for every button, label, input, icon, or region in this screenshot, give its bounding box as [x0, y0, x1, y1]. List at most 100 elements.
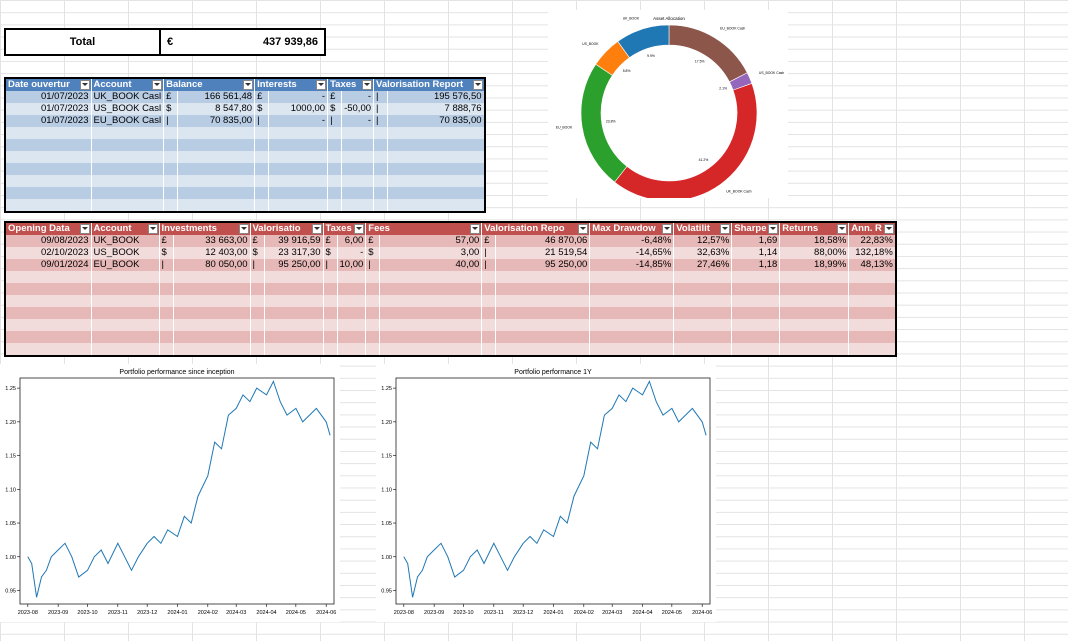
table-cell[interactable] — [731, 295, 781, 307]
table-cell[interactable] — [91, 331, 160, 343]
filter-dropdown-icon[interactable] — [768, 224, 779, 234]
table-cell[interactable] — [268, 187, 329, 199]
table-cell[interactable]: 22,83% — [848, 235, 897, 247]
table-cell[interactable] — [387, 127, 486, 139]
filter-dropdown-icon[interactable] — [472, 80, 483, 90]
table-cell[interactable] — [254, 175, 270, 187]
total-value[interactable]: 437 939,86 — [181, 30, 324, 54]
table-cell[interactable] — [264, 295, 324, 307]
table-cell[interactable] — [250, 343, 265, 356]
table-cell[interactable]: £ — [254, 91, 270, 103]
table-cell[interactable] — [91, 187, 165, 199]
table-cell[interactable] — [379, 271, 483, 283]
header-valorisation[interactable]: Valorisatio — [250, 222, 324, 235]
table-cell[interactable] — [264, 271, 324, 283]
table-cell[interactable] — [91, 139, 165, 151]
table-cell[interactable]: 01/07/2023 — [5, 91, 92, 103]
table-cell[interactable]: 18,99% — [779, 259, 850, 271]
header-interests[interactable]: Interests — [254, 78, 329, 91]
table-cell[interactable]: 1000,00 — [268, 103, 329, 115]
table-cell[interactable] — [481, 331, 497, 343]
table-cell[interactable] — [91, 343, 160, 356]
table-cell[interactable] — [268, 151, 329, 163]
table-cell[interactable] — [159, 271, 174, 283]
table-cell[interactable] — [337, 343, 367, 356]
table-cell[interactable] — [5, 343, 92, 356]
table-cell[interactable]: £ — [323, 235, 338, 247]
table-cell[interactable] — [159, 295, 174, 307]
table-cell[interactable] — [365, 331, 381, 343]
table-cell[interactable]: UK_BOOK — [91, 235, 160, 247]
table-cell[interactable] — [848, 307, 897, 319]
table-cell[interactable] — [373, 175, 389, 187]
table-cell[interactable]: 48,13% — [848, 259, 897, 271]
table-cell[interactable] — [163, 163, 179, 175]
table-cell[interactable]: $ — [254, 103, 270, 115]
header-taxes[interactable]: Taxes — [327, 78, 375, 91]
table-cell[interactable] — [341, 175, 375, 187]
table-cell[interactable] — [379, 283, 483, 295]
table-cell[interactable]: | — [373, 103, 389, 115]
table-cell[interactable] — [379, 331, 483, 343]
table-cell[interactable]: 3,00 — [379, 247, 483, 259]
table-cell[interactable] — [5, 151, 92, 163]
table-cell[interactable] — [327, 163, 343, 175]
filter-dropdown-icon[interactable] — [720, 224, 731, 234]
table-cell[interactable]: | — [481, 259, 497, 271]
table-cell[interactable]: 23 317,30 — [264, 247, 324, 259]
table-cell[interactable] — [848, 271, 897, 283]
table-cell[interactable]: UK_BOOK Casl — [91, 91, 165, 103]
table-cell[interactable] — [177, 151, 256, 163]
table-cell[interactable] — [373, 199, 389, 212]
table-cell[interactable] — [481, 343, 497, 356]
table-cell[interactable]: £ — [250, 235, 265, 247]
table-cell[interactable]: 1,14 — [731, 247, 781, 259]
table-cell[interactable] — [495, 271, 591, 283]
table-cell[interactable]: -50,00 — [341, 103, 375, 115]
filter-dropdown-icon[interactable] — [79, 224, 90, 234]
table-cell[interactable] — [323, 283, 338, 295]
filter-dropdown-icon[interactable] — [238, 224, 249, 234]
header-account[interactable]: Account — [91, 78, 165, 91]
table-cell[interactable]: 09/08/2023 — [5, 235, 92, 247]
table-cell[interactable]: | — [254, 115, 270, 127]
table-cell[interactable] — [5, 163, 92, 175]
table-cell[interactable] — [495, 319, 591, 331]
table-cell[interactable] — [379, 307, 483, 319]
table-cell[interactable]: 12,57% — [673, 235, 733, 247]
table-cell[interactable] — [379, 295, 483, 307]
header-account[interactable]: Account — [91, 222, 160, 235]
filter-dropdown-icon[interactable] — [147, 224, 158, 234]
table-cell[interactable] — [341, 151, 375, 163]
table-cell[interactable] — [264, 343, 324, 356]
table-cell[interactable]: 195 576,50 — [387, 91, 486, 103]
table-cell[interactable] — [163, 199, 179, 212]
table-cell[interactable] — [589, 295, 675, 307]
table-cell[interactable] — [5, 271, 92, 283]
table-cell[interactable]: 10,00 — [337, 259, 367, 271]
table-cell[interactable]: US_BOOK — [91, 247, 160, 259]
filter-dropdown-icon[interactable] — [883, 224, 894, 234]
table-cell[interactable] — [268, 127, 329, 139]
table-cell[interactable]: 21 519,54 — [495, 247, 591, 259]
table-cell[interactable]: 8 547,80 — [177, 103, 256, 115]
table-cell[interactable] — [337, 295, 367, 307]
table-cell[interactable] — [91, 199, 165, 212]
table-cell[interactable] — [337, 307, 367, 319]
table-cell[interactable]: 88,00% — [779, 247, 850, 259]
table-cell[interactable] — [495, 283, 591, 295]
table-cell[interactable] — [163, 151, 179, 163]
table-cell[interactable]: - — [268, 91, 329, 103]
table-cell[interactable] — [250, 283, 265, 295]
table-cell[interactable] — [848, 319, 897, 331]
table-cell[interactable] — [731, 319, 781, 331]
table-cell[interactable] — [254, 139, 270, 151]
table-cell[interactable] — [264, 283, 324, 295]
header-max-drawdown[interactable]: Max Drawdow — [589, 222, 675, 235]
table-cell[interactable] — [177, 175, 256, 187]
table-cell[interactable] — [264, 307, 324, 319]
table-cell[interactable]: 80 050,00 — [173, 259, 251, 271]
table-cell[interactable] — [373, 139, 389, 151]
table-cell[interactable] — [163, 187, 179, 199]
table-cell[interactable] — [779, 295, 850, 307]
